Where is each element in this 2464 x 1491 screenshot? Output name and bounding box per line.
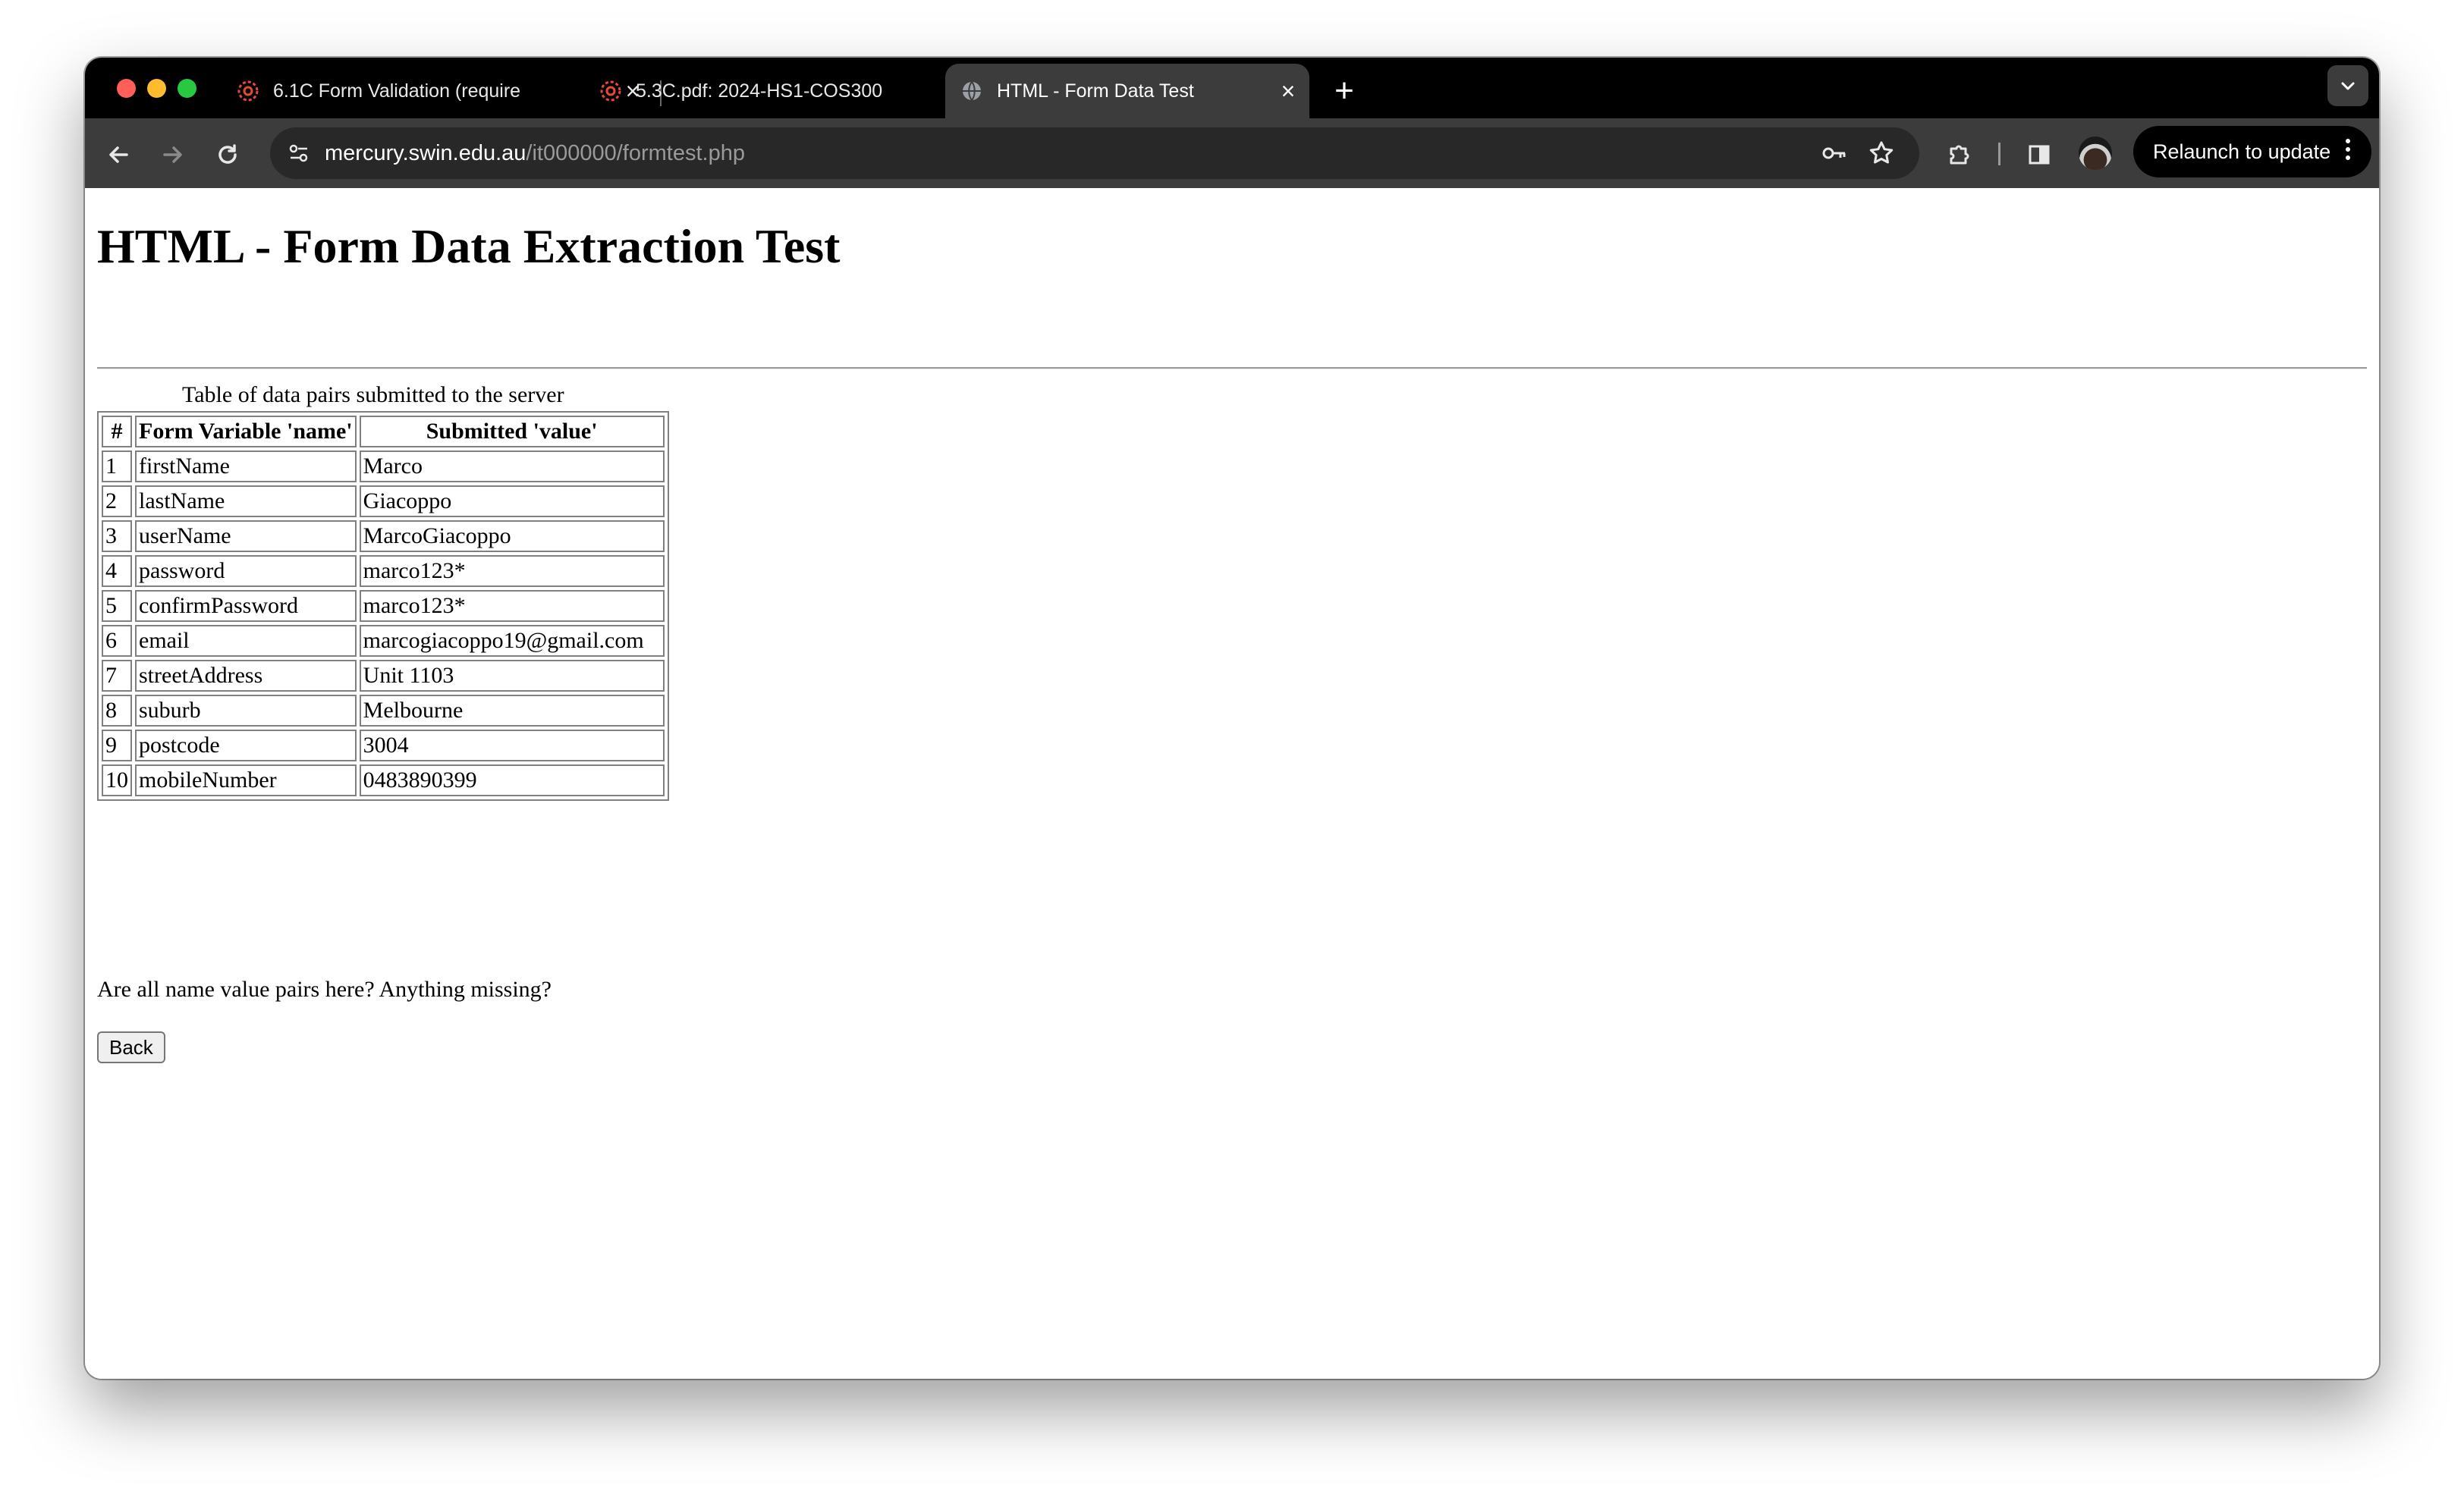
puzzle-icon: [1950, 145, 1969, 165]
table-caption: Table of data pairs submitted to the ser…: [182, 382, 564, 407]
variable-name-cell: mobileNumber: [135, 764, 357, 796]
tab-form-data-test[interactable]: HTML - Form Data Test ×: [945, 64, 1309, 118]
tab-search-button[interactable]: [2327, 65, 2368, 106]
submitted-value-cell: 0483890399: [359, 764, 665, 796]
url-text[interactable]: mercury.swin.edu.au/it000000/formtest.ph…: [325, 127, 745, 179]
minimize-window-button[interactable]: [147, 79, 166, 98]
table-row: 7 streetAddress Unit 1103: [102, 660, 665, 692]
submitted-value-cell: marco123*: [359, 555, 665, 587]
submitted-value-cell: 3004: [359, 730, 665, 761]
bookmark-star-icon[interactable]: [1863, 135, 1900, 171]
table-row: 8 suburb Melbourne: [102, 695, 665, 727]
swinburne-favicon-icon: [235, 78, 261, 104]
side-panel-button[interactable]: [2018, 133, 2060, 176]
variable-name-cell: password: [135, 555, 357, 587]
variable-name-cell: postcode: [135, 730, 357, 761]
table-row: 2 lastName Giacoppo: [102, 485, 665, 517]
close-window-button[interactable]: [117, 79, 136, 98]
reload-icon: [218, 144, 237, 164]
url-host: mercury.swin.edu.au: [325, 141, 526, 165]
profile-avatar[interactable]: [2079, 137, 2112, 170]
arrow-left-icon: [109, 146, 128, 163]
row-number-cell: 1: [102, 450, 132, 482]
address-bar[interactable]: mercury.swin.edu.au/it000000/formtest.ph…: [270, 127, 1919, 179]
tab-title: HTML - Form Data Test: [997, 80, 1194, 102]
horizontal-rule: [97, 367, 2367, 369]
row-number-cell: 4: [102, 555, 132, 587]
row-number-cell: 8: [102, 695, 132, 727]
arrow-right-icon: [163, 146, 182, 163]
column-header-name: Form Variable 'name': [135, 416, 357, 447]
maximize-window-button[interactable]: [178, 79, 196, 98]
chevron-down-icon: [2341, 82, 2355, 90]
row-number-cell: 7: [102, 660, 132, 692]
row-number-cell: 5: [102, 590, 132, 622]
table-row: 5 confirmPassword marco123*: [102, 590, 665, 622]
row-number-cell: 3: [102, 520, 132, 552]
url-path: /it000000/formtest.php: [526, 141, 745, 165]
password-key-icon[interactable]: [1816, 135, 1853, 171]
table-row: 9 postcode 3004: [102, 730, 665, 761]
submitted-value-cell: Unit 1103: [359, 660, 665, 692]
relaunch-label: Relaunch to update: [2153, 140, 2331, 163]
forward-nav-button[interactable]: [152, 133, 194, 176]
page-title: HTML - Form Data Extraction Test: [97, 219, 841, 273]
more-options-icon[interactable]: [2344, 137, 2352, 167]
site-settings-icon[interactable]: [281, 135, 317, 171]
tab-pdf[interactable]: 5.3C.pdf: 2024-HS1-COS300 ×: [584, 64, 1000, 118]
close-tab-icon[interactable]: ×: [1273, 77, 1303, 105]
submitted-value-cell: Melbourne: [359, 695, 665, 727]
row-number-cell: 9: [102, 730, 132, 761]
variable-name-cell: confirmPassword: [135, 590, 357, 622]
reload-button[interactable]: [206, 133, 249, 176]
data-pairs-table: # Form Variable 'name' Submitted 'value'…: [97, 411, 669, 801]
row-number-cell: 6: [102, 625, 132, 657]
table-row: 10 mobileNumber 0483890399: [102, 764, 665, 796]
table-row: 1 firstName Marco: [102, 450, 665, 482]
back-nav-button[interactable]: [97, 133, 140, 176]
tab-title: 6.1C Form Validation (require: [273, 80, 521, 102]
toolbar-divider: [1998, 143, 2000, 165]
browser-window: 6.1C Form Validation (require × 5.3C.pdf…: [85, 58, 2379, 1379]
table-row: 4 password marco123*: [102, 555, 665, 587]
page-content: HTML - Form Data Extraction Test Table o…: [85, 188, 2379, 1379]
table-row: 6 email marcogiacoppo19@gmail.com: [102, 625, 665, 657]
missing-pairs-question: Are all name value pairs here? Anything …: [97, 977, 552, 1002]
variable-name-cell: firstName: [135, 450, 357, 482]
row-number-cell: 2: [102, 485, 132, 517]
variable-name-cell: streetAddress: [135, 660, 357, 692]
variable-name-cell: lastName: [135, 485, 357, 517]
browser-toolbar: mercury.swin.edu.au/it000000/formtest.ph…: [85, 118, 2379, 188]
column-header-number: #: [102, 416, 132, 447]
tab-strip: 6.1C Form Validation (require × 5.3C.pdf…: [85, 58, 2379, 118]
relaunch-to-update-button[interactable]: Relaunch to update: [2133, 126, 2371, 177]
submitted-value-cell: marcogiacoppo19@gmail.com: [359, 625, 665, 657]
row-number-cell: 10: [102, 764, 132, 796]
side-panel-icon: [2029, 145, 2050, 165]
variable-name-cell: suburb: [135, 695, 357, 727]
submitted-value-cell: marco123*: [359, 590, 665, 622]
variable-name-cell: userName: [135, 520, 357, 552]
submitted-value-cell: MarcoGiacoppo: [359, 520, 665, 552]
swinburne-favicon-icon: [598, 78, 624, 104]
submitted-value-cell: Giacoppo: [359, 485, 665, 517]
extensions-button[interactable]: [1938, 133, 1980, 176]
submitted-value-cell: Marco: [359, 450, 665, 482]
tab-title: 5.3C.pdf: 2024-HS1-COS300: [636, 80, 883, 102]
globe-icon: [959, 78, 985, 104]
back-button[interactable]: Back: [97, 1031, 165, 1063]
table-header-row: # Form Variable 'name' Submitted 'value': [102, 416, 665, 447]
new-tab-button[interactable]: +: [1322, 68, 1367, 114]
variable-name-cell: email: [135, 625, 357, 657]
column-header-value: Submitted 'value': [359, 416, 665, 447]
table-row: 3 userName MarcoGiacoppo: [102, 520, 665, 552]
